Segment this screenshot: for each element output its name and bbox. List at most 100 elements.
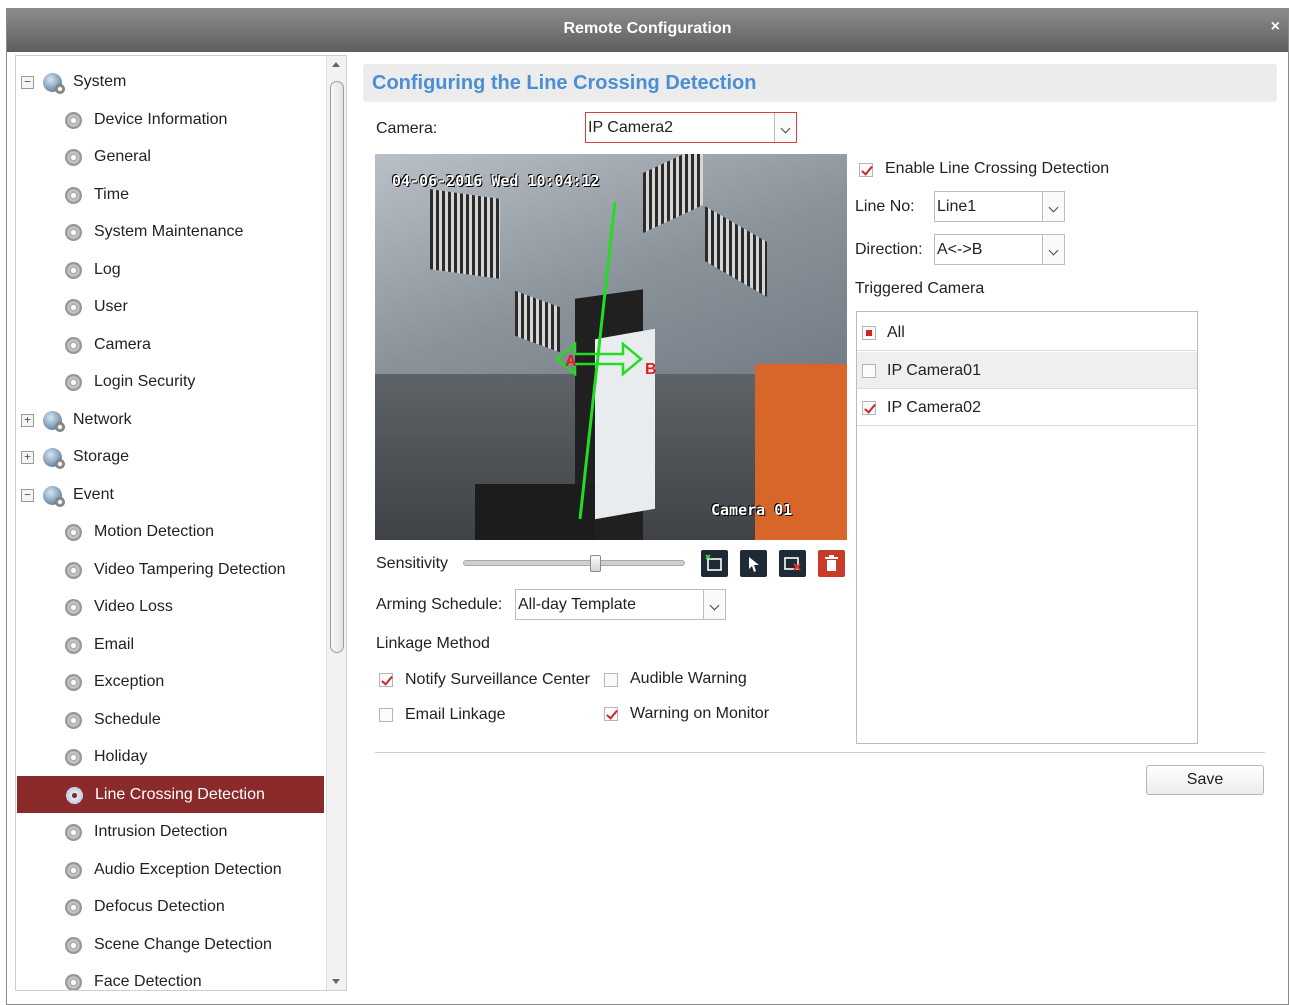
list-item[interactable]: IP Camera01 [857, 352, 1197, 389]
tree-item-label: Line Crossing Detection [95, 785, 265, 803]
tree-item-label: User [94, 298, 128, 315]
save-button[interactable]: Save [1146, 765, 1264, 795]
tree-item[interactable]: Intrusion Detection [16, 813, 324, 850]
title-bar: Remote Configuration × [7, 9, 1288, 52]
warning-on-monitor-label: Warning on Monitor [630, 705, 770, 722]
tree-item-label: Schedule [94, 710, 161, 728]
tree-item[interactable]: + Storage [16, 438, 324, 475]
scroll-thumb[interactable] [330, 81, 344, 653]
notify-surveillance-checkbox[interactable] [379, 673, 393, 687]
tree-item[interactable]: User [16, 288, 324, 325]
tree-item-label: Network [73, 410, 132, 428]
settings-gear-icon [65, 861, 82, 879]
arming-schedule-select[interactable]: All-day Template [515, 589, 726, 620]
tree-item-label: System Maintenance [94, 223, 244, 240]
arming-schedule-label: Arming Schedule: [376, 596, 503, 613]
settings-gear-icon [65, 186, 82, 204]
tree-item[interactable]: Audio Exception Detection [16, 851, 324, 888]
camera-label: Camera: [376, 120, 438, 137]
trigger-camera01-checkbox[interactable] [862, 364, 876, 378]
warning-on-monitor-checkbox[interactable] [604, 707, 618, 721]
line-no-select[interactable]: Line1 [934, 191, 1065, 222]
expand-icon[interactable]: + [21, 413, 34, 427]
tree-item[interactable]: − System [16, 63, 324, 100]
delete-all-icon[interactable] [818, 550, 845, 577]
trigger-all-checkbox[interactable] [862, 326, 876, 340]
enable-line-crossing-checkbox[interactable] [859, 163, 873, 177]
settings-gear-icon [65, 111, 82, 129]
point-b-label: B [645, 361, 657, 378]
tree-item[interactable]: + Network [16, 401, 324, 438]
email-linkage-checkbox[interactable] [379, 708, 393, 722]
select-cursor-tool-icon[interactable] [740, 550, 767, 577]
video-timestamp: 04-06-2016 Wed 10:04:12 [392, 172, 600, 190]
enable-line-crossing-label: Enable Line Crossing Detection [885, 160, 1110, 177]
tree-item[interactable]: − Event [16, 476, 324, 513]
sensitivity-slider-track[interactable] [463, 560, 685, 566]
detection-line[interactable] [578, 201, 617, 520]
tree-item[interactable]: Camera [16, 326, 324, 363]
clear-line-tool-icon[interactable] [779, 550, 806, 577]
tree-item[interactable]: General [16, 138, 324, 175]
triggered-camera-label: Triggered Camera [855, 280, 985, 297]
tree-item[interactable]: Holiday [16, 738, 324, 775]
tree-item[interactable]: Schedule [16, 701, 324, 738]
line-crossing-overlay[interactable]: A B [375, 154, 847, 540]
tree-item[interactable]: System Maintenance [16, 213, 324, 250]
trigger-camera02-checkbox[interactable] [862, 401, 876, 415]
live-video-preview[interactable]: A B 04-06-2016 Wed 10:04:12 Camera 01 [375, 154, 847, 540]
draw-line-tool-icon[interactable] [701, 550, 728, 577]
tree-item[interactable]: Motion Detection [16, 513, 324, 550]
tree-item[interactable]: Exception [16, 663, 324, 700]
settings-gear-icon [65, 336, 82, 354]
list-item[interactable]: IP Camera02 [857, 389, 1197, 426]
chevron-down-icon[interactable] [1042, 192, 1064, 221]
collapse-icon[interactable]: − [21, 488, 34, 502]
tree-item-label: Video Tampering Detection [94, 560, 286, 578]
camera-select[interactable]: IP Camera2 [585, 112, 797, 143]
chevron-down-icon[interactable] [774, 113, 796, 142]
list-item[interactable]: All [857, 314, 1197, 351]
settings-gear-icon [65, 824, 82, 841]
settings-gear-icon [65, 974, 82, 990]
close-icon[interactable]: × [1271, 18, 1280, 36]
scroll-up-icon[interactable] [332, 62, 340, 67]
tree-item[interactable]: Line Crossing Detection [17, 775, 324, 813]
tree-item[interactable]: Face Detection [16, 963, 324, 990]
audible-warning-checkbox[interactable] [604, 673, 618, 687]
tree-item-label: Face Detection [94, 973, 202, 990]
tree-item[interactable]: Email [16, 626, 324, 663]
chevron-down-icon[interactable] [1042, 235, 1064, 264]
collapse-icon[interactable]: − [21, 76, 34, 89]
sensitivity-slider-thumb[interactable] [590, 555, 602, 572]
tree-item[interactable]: Time [16, 176, 324, 213]
tree-item-label: Intrusion Detection [94, 823, 228, 840]
tree-item[interactable]: Device Information [16, 101, 324, 138]
settings-gear-icon [65, 261, 82, 279]
tree-item[interactable]: Defocus Detection [16, 888, 324, 925]
settings-gear-icon [65, 561, 82, 579]
tree-item[interactable]: Log [16, 251, 324, 288]
tree-item-label: Motion Detection [94, 523, 215, 540]
settings-gear-icon [65, 899, 82, 916]
tree-item[interactable]: Video Loss [16, 588, 324, 625]
settings-gear-icon [65, 674, 82, 691]
video-camera-name: Camera 01 [711, 501, 793, 519]
list-item-label: IP Camera02 [887, 399, 981, 416]
tree-scrollbar[interactable] [326, 56, 346, 990]
scroll-down-icon[interactable] [332, 979, 340, 984]
settings-gear-icon [66, 786, 83, 804]
tree-item-label: Log [94, 260, 121, 278]
tree-item-label: General [94, 148, 151, 165]
tree-item-label: Exception [94, 673, 165, 690]
tree-item[interactable]: Login Security [16, 363, 324, 400]
tree-item[interactable]: Video Tampering Detection [16, 551, 324, 588]
linkage-method-label: Linkage Method [376, 635, 490, 652]
expand-icon[interactable]: + [21, 451, 34, 464]
settings-gear-icon [65, 524, 82, 541]
chevron-down-icon[interactable] [703, 590, 725, 619]
tree-item[interactable]: Scene Change Detection [16, 926, 324, 963]
direction-select[interactable]: A<->B [934, 234, 1065, 265]
settings-gear-icon [65, 149, 82, 166]
audible-warning-label: Audible Warning [630, 670, 747, 687]
